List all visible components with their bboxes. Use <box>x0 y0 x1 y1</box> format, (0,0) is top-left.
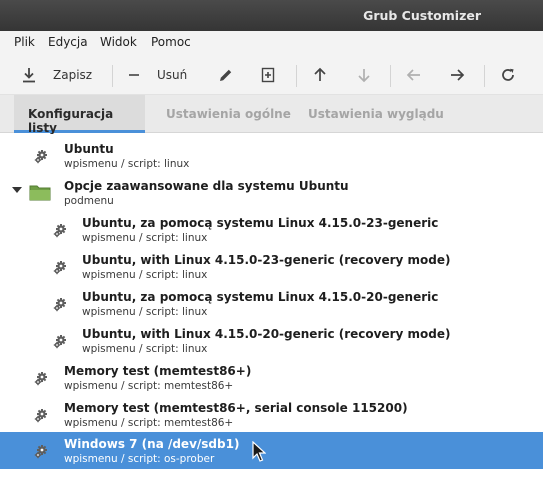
move-up-button[interactable] <box>313 55 327 95</box>
window-titlebar: Grub Customizer <box>0 0 543 31</box>
gear-icon <box>53 335 66 349</box>
download-icon <box>22 67 36 83</box>
list-item[interactable]: Opcje zaawansowane dla systemu Ubuntu po… <box>0 174 543 211</box>
tab-appearance-settings[interactable]: Ustawienia wyglądu <box>308 95 444 133</box>
entry-subtitle: wpismenu / script: linux <box>82 343 208 355</box>
toolbar-separator <box>390 65 391 87</box>
entry-title: Ubuntu <box>64 142 114 156</box>
entry-subtitle: wpismenu / script: linux <box>82 269 208 281</box>
refresh-button[interactable] <box>500 55 516 95</box>
window-title: Grub Customizer <box>363 8 481 23</box>
entry-title: Ubuntu, za pomocą systemu Linux 4.15.0-2… <box>82 290 439 304</box>
gear-icon <box>53 224 66 238</box>
toolbar: Zapisz Usuń <box>0 55 543 95</box>
arrow-up-icon <box>313 67 327 83</box>
entry-title: Windows 7 (na /dev/sdb1) <box>64 437 240 451</box>
gear-icon <box>34 372 47 386</box>
menu-bar: Plik Edycja Widok Pomoc <box>0 31 543 55</box>
entry-subtitle: wpismenu / script: os-prober <box>64 453 215 465</box>
entry-title: Ubuntu, za pomocą systemu Linux 4.15.0-2… <box>82 216 439 230</box>
menu-help[interactable]: Pomoc <box>151 35 191 49</box>
edit-button[interactable] <box>218 55 234 95</box>
mouse-cursor-icon <box>252 441 266 462</box>
list-item[interactable]: Ubuntu, za pomocą systemu Linux 4.15.0-2… <box>0 285 543 322</box>
expander-icon[interactable] <box>12 187 22 193</box>
arrow-left-icon <box>406 67 422 83</box>
list-item[interactable]: Ubuntu, with Linux 4.15.0-20-generic (re… <box>0 322 543 359</box>
entry-title: Memory test (memtest86+, serial console … <box>64 401 408 415</box>
menu-edit[interactable]: Edycja <box>48 35 88 49</box>
tab-general-settings[interactable]: Ustawienia ogólne <box>166 95 291 133</box>
minus-icon <box>128 67 140 83</box>
entry-subtitle: wpismenu / script: memtest86+ <box>64 417 234 429</box>
menu-view[interactable]: Widok <box>100 35 137 49</box>
list-item[interactable]: Ubuntu wpismenu / script: linux <box>0 137 543 174</box>
entry-title: Memory test (memtest86+) <box>64 364 252 378</box>
entry-list: Ubuntu wpismenu / script: linux Opcje za… <box>0 134 543 486</box>
pencil-icon <box>218 67 234 83</box>
tab-bar: Konfiguracja listy Ustawienia ogólne Ust… <box>0 95 543 135</box>
entry-title: Ubuntu, with Linux 4.15.0-23-generic (re… <box>82 253 451 267</box>
add-entry-icon <box>261 67 275 83</box>
list-item[interactable]: Memory test (memtest86+) wpismenu / scri… <box>0 359 543 396</box>
toolbar-separator <box>296 65 297 87</box>
gear-icon <box>34 445 47 459</box>
list-item[interactable]: Memory test (memtest86+, serial console … <box>0 396 543 433</box>
list-item[interactable]: Ubuntu, with Linux 4.15.0-23-generic (re… <box>0 248 543 285</box>
toolbar-separator <box>484 65 485 87</box>
refresh-icon <box>500 67 516 83</box>
remove-button-label: Usuń <box>157 68 188 82</box>
list-item[interactable]: Ubuntu, za pomocą systemu Linux 4.15.0-2… <box>0 211 543 248</box>
entry-subtitle: wpismenu / script: linux <box>82 232 208 244</box>
gear-icon <box>53 261 66 275</box>
tab-list-configuration[interactable]: Konfiguracja listy <box>14 95 145 135</box>
entry-subtitle: wpismenu / script: linux <box>82 306 208 318</box>
save-button[interactable]: Zapisz <box>22 55 92 95</box>
folder-icon <box>29 185 51 201</box>
entry-subtitle: podmenu <box>64 195 114 207</box>
entry-subtitle: wpismenu / script: memtest86+ <box>64 380 234 392</box>
arrow-down-icon <box>357 67 371 83</box>
entry-subtitle: wpismenu / script: linux <box>64 158 190 170</box>
gear-icon <box>34 409 47 423</box>
move-down-button[interactable] <box>357 55 371 95</box>
remove-button[interactable]: Usuń <box>128 55 187 95</box>
list-item-selected[interactable]: Windows 7 (na /dev/sdb1) wpismenu / scri… <box>0 432 543 469</box>
move-left-button[interactable] <box>406 55 422 95</box>
gear-icon <box>34 150 47 164</box>
save-button-label: Zapisz <box>53 68 93 82</box>
gear-icon <box>53 298 66 312</box>
entry-title: Ubuntu, with Linux 4.15.0-20-generic (re… <box>82 327 451 341</box>
entry-title: Opcje zaawansowane dla systemu Ubuntu <box>64 179 349 193</box>
toolbar-separator <box>112 65 113 87</box>
arrow-right-icon <box>449 67 465 83</box>
move-right-button[interactable] <box>449 55 465 95</box>
add-entry-button[interactable] <box>261 55 275 95</box>
menu-file[interactable]: Plik <box>14 35 35 49</box>
